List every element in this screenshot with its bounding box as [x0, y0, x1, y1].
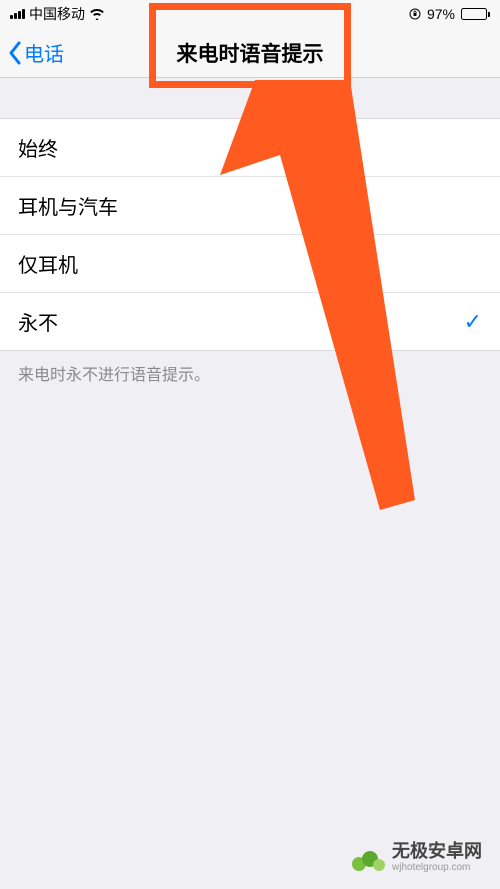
option-row-never[interactable]: 永不 ✓ — [0, 293, 500, 350]
watermark-title: 无极安卓网 — [392, 842, 482, 862]
back-button-label: 电话 — [24, 38, 64, 67]
watermark-url: wjhotelgroup.com — [392, 862, 482, 873]
option-label: 耳机与汽车 — [18, 191, 118, 220]
options-list: 始终 耳机与汽车 仅耳机 永不 ✓ — [0, 118, 500, 351]
option-row-headphones-only[interactable]: 仅耳机 — [0, 235, 500, 293]
status-bar-right: 97% — [409, 6, 490, 22]
carrier-label: 中国移动 — [29, 4, 85, 24]
checkmark-icon: ✓ — [464, 309, 482, 335]
wifi-icon — [89, 8, 105, 20]
page-title: 来电时语音提示 — [177, 38, 324, 68]
option-row-headphones-car[interactable]: 耳机与汽车 — [0, 177, 500, 235]
status-bar: 中国移动 97% — [0, 0, 500, 28]
battery-icon — [461, 8, 490, 20]
back-button[interactable]: 电话 — [0, 38, 64, 67]
option-label: 始终 — [18, 133, 58, 162]
option-label: 永不 — [18, 307, 58, 336]
watermark-logo-icon — [350, 844, 386, 872]
chevron-left-icon — [8, 41, 22, 65]
option-row-always[interactable]: 始终 — [0, 119, 500, 177]
signal-icon — [10, 9, 25, 19]
option-label: 仅耳机 — [18, 249, 78, 278]
navigation-bar: 电话 来电时语音提示 — [0, 28, 500, 78]
footer-description: 来电时永不进行语音提示。 — [0, 351, 500, 395]
watermark-text: 无极安卓网 wjhotelgroup.com — [392, 842, 482, 873]
battery-percent-label: 97% — [427, 6, 455, 22]
status-bar-left: 中国移动 — [10, 4, 105, 24]
watermark: 无极安卓网 wjhotelgroup.com — [350, 842, 482, 873]
orientation-lock-icon — [409, 8, 421, 20]
